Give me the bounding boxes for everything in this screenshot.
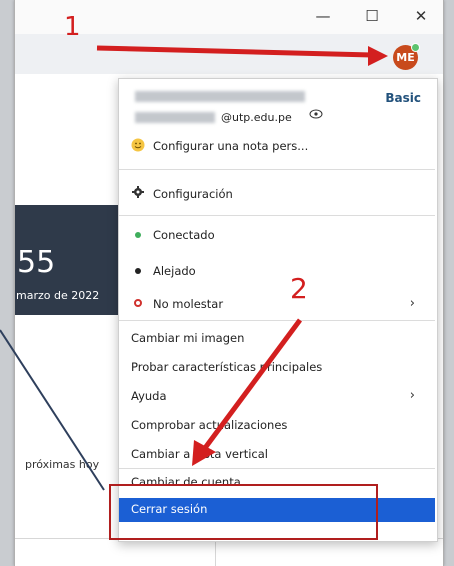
pointer-line: [0, 329, 105, 491]
step-2-label: 2: [290, 272, 308, 305]
step-1-label: 1: [64, 12, 81, 42]
arrow-to-avatar: [96, 45, 373, 58]
annotation-overlay: [0, 45, 388, 491]
arrow-to-sign-out: [202, 318, 303, 450]
arrow-to-sign-out-head: [192, 440, 216, 466]
arrow-to-avatar-head: [368, 46, 388, 66]
